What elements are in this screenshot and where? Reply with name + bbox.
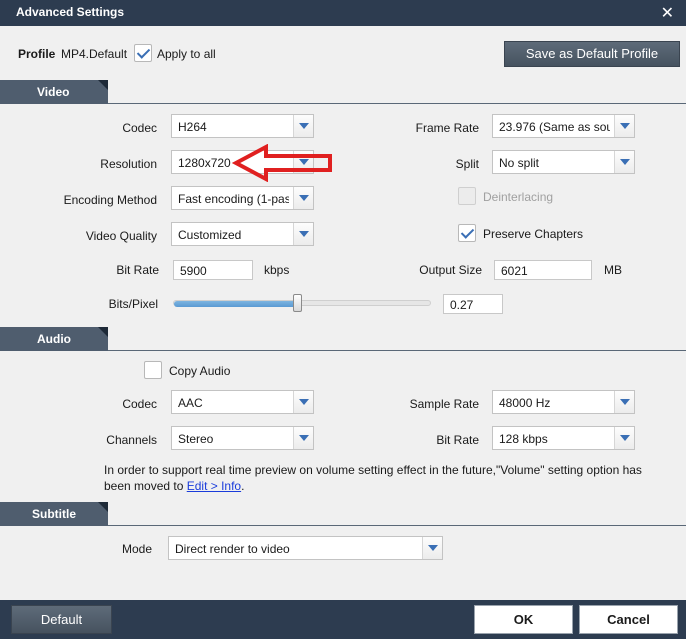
- apply-to-all-checkbox[interactable]: [134, 44, 152, 62]
- chevron-down-icon[interactable]: [293, 187, 313, 209]
- video-quality-label: Video Quality: [85, 229, 157, 243]
- cancel-button[interactable]: Cancel: [579, 605, 678, 634]
- encoding-method-select[interactable]: Fast encoding (1-pass): [171, 186, 314, 210]
- close-icon[interactable]: ✕: [661, 3, 674, 23]
- audio-codec-label: Codec: [122, 397, 157, 411]
- profile-label: Profile: [18, 47, 56, 61]
- chevron-down-icon[interactable]: [422, 537, 442, 559]
- deinterlacing-checkbox[interactable]: [458, 187, 476, 205]
- copy-audio-label: Copy Audio: [169, 364, 231, 378]
- chevron-down-icon[interactable]: [614, 115, 634, 137]
- video-quality-select[interactable]: Customized: [171, 222, 314, 246]
- split-label: Split: [455, 157, 479, 171]
- chevron-down-icon[interactable]: [614, 391, 634, 413]
- encoding-method-label: Encoding Method: [63, 193, 157, 207]
- subtitle-mode-label: Mode: [121, 542, 152, 556]
- video-bit-rate-unit: kbps: [264, 263, 290, 277]
- save-default-profile-button[interactable]: Save as Default Profile: [504, 41, 680, 67]
- profile-value: MP4.Default: [61, 47, 128, 61]
- settings-content: Profile MP4.Default Apply to all Save as…: [0, 26, 686, 600]
- video-bit-rate-input[interactable]: 5900: [173, 260, 253, 280]
- video-codec-label: Codec: [122, 121, 157, 135]
- chevron-down-icon[interactable]: [293, 115, 313, 137]
- chevron-down-icon[interactable]: [614, 427, 634, 449]
- chevron-down-icon[interactable]: [614, 151, 634, 173]
- audio-section-header: Audio: [0, 327, 686, 351]
- preserve-chapters-checkbox[interactable]: [458, 224, 476, 242]
- dialog-footer: Default OK Cancel: [0, 600, 686, 639]
- deinterlacing-label: Deinterlacing: [483, 190, 554, 204]
- default-button[interactable]: Default: [11, 605, 112, 634]
- chevron-down-icon[interactable]: [293, 391, 313, 413]
- split-select[interactable]: No split: [492, 150, 635, 174]
- frame-rate-label: Frame Rate: [415, 121, 479, 135]
- audio-tab: Audio: [0, 327, 108, 351]
- chevron-down-icon[interactable]: [293, 427, 313, 449]
- window-title: Advanced Settings: [16, 5, 125, 19]
- bits-pixel-slider-thumb[interactable]: [293, 294, 302, 312]
- bits-pixel-input[interactable]: 0.27: [443, 294, 503, 314]
- audio-bit-rate-select[interactable]: 128 kbps: [492, 426, 635, 450]
- channels-label: Channels: [106, 433, 157, 447]
- output-size-label: Output Size: [419, 263, 482, 277]
- title-bar: Advanced Settings ✕: [0, 0, 686, 26]
- resolution-label: Resolution: [100, 157, 157, 171]
- video-tab: Video: [0, 80, 108, 104]
- ok-button[interactable]: OK: [474, 605, 573, 634]
- bits-pixel-label: Bits/Pixel: [108, 297, 158, 311]
- output-size-input: 6021: [494, 260, 592, 280]
- video-bit-rate-label: Bit Rate: [116, 263, 159, 277]
- sample-rate-select[interactable]: 48000 Hz: [492, 390, 635, 414]
- copy-audio-checkbox[interactable]: [144, 361, 162, 379]
- video-section-header: Video: [0, 80, 686, 104]
- audio-note: In order to support real time preview on…: [104, 463, 642, 493]
- audio-codec-select[interactable]: AAC: [171, 390, 314, 414]
- subtitle-tab: Subtitle: [0, 502, 108, 526]
- frame-rate-select[interactable]: 23.976 (Same as source): [492, 114, 635, 138]
- audio-bit-rate-label: Bit Rate: [436, 433, 479, 447]
- preserve-chapters-label: Preserve Chapters: [483, 227, 584, 241]
- chevron-down-icon[interactable]: [293, 223, 313, 245]
- annotation-arrow: [232, 144, 332, 182]
- subtitle-section-header: Subtitle: [0, 502, 686, 526]
- output-size-unit: MB: [604, 263, 622, 277]
- channels-select[interactable]: Stereo: [171, 426, 314, 450]
- apply-to-all-label: Apply to all: [157, 47, 216, 61]
- video-codec-select[interactable]: H264: [171, 114, 314, 138]
- edit-info-link[interactable]: Edit > Info: [187, 479, 241, 493]
- bits-pixel-slider-fill: [174, 301, 297, 307]
- sample-rate-label: Sample Rate: [409, 397, 479, 411]
- subtitle-mode-select[interactable]: Direct render to video: [168, 536, 443, 560]
